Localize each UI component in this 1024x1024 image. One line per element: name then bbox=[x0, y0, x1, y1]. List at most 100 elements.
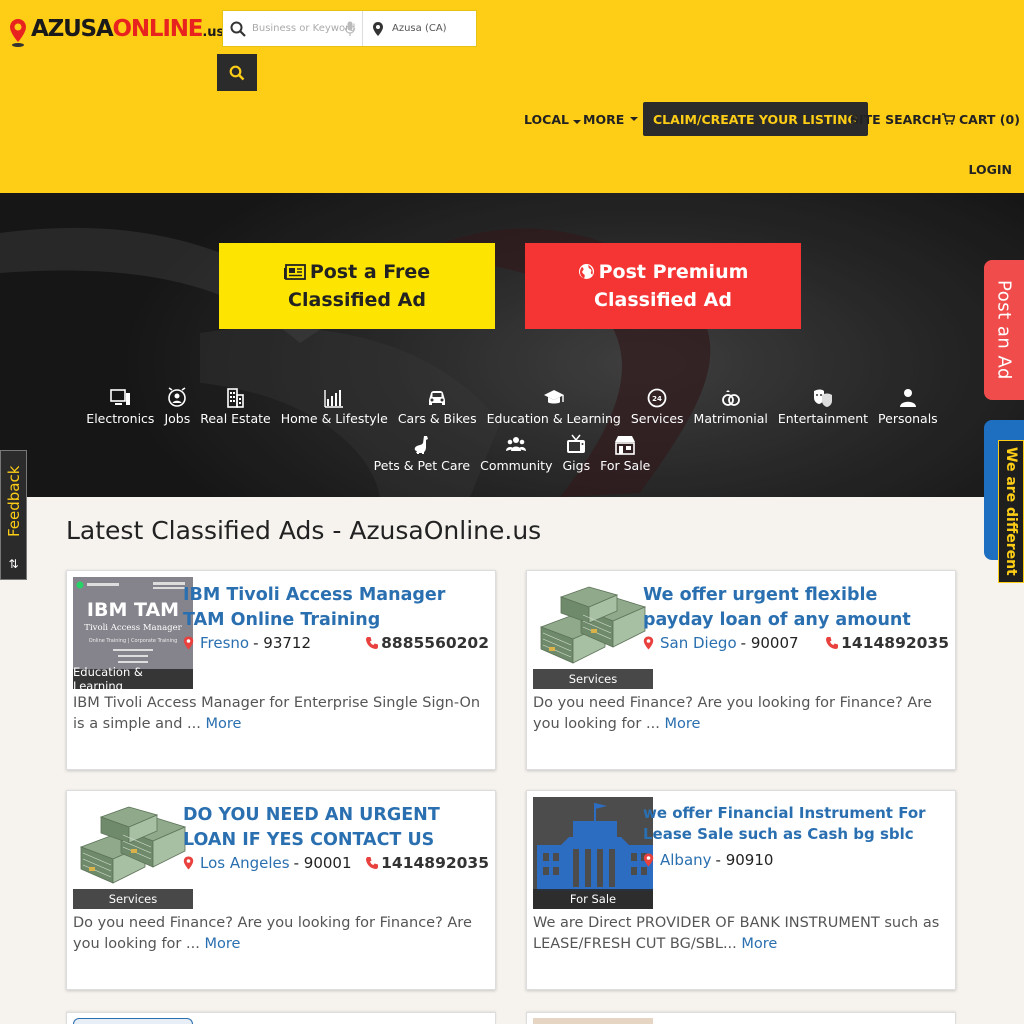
phone-icon bbox=[366, 637, 379, 649]
category-cars-bikes[interactable]: Cars & Bikes bbox=[398, 387, 477, 426]
ad-card[interactable]: For Sale we offer Financial Instrument F… bbox=[526, 790, 956, 990]
category-label: For Sale bbox=[600, 458, 651, 473]
ad-card-partial[interactable] bbox=[66, 1012, 496, 1024]
ad-phone[interactable]: 8885560202 bbox=[365, 634, 489, 652]
category-for-sale[interactable]: For Sale bbox=[600, 434, 650, 473]
thumb-heading: IBM TAM bbox=[86, 599, 180, 621]
category-label: Pets & Pet Care bbox=[373, 458, 471, 473]
section-title: Latest Classified Ads - AzusaOnline.us bbox=[66, 516, 542, 545]
post-free-ad-label-wrap: Post a Free Classified Ad bbox=[233, 258, 481, 314]
ad-thumbnail[interactable]: IBM TAM Tivoli Access Manager Online Tra… bbox=[73, 577, 193, 689]
ad-description-text: Do you need Finance? Are you looking for… bbox=[533, 695, 932, 732]
site-logo[interactable]: AZUSAONLINE.us bbox=[9, 16, 224, 48]
main-nav: LOCAL MORE CLAIM/CREATE YOUR LISTING SIT… bbox=[0, 102, 1024, 136]
svg-text:24: 24 bbox=[652, 395, 662, 403]
we-are-different-label: We are different bbox=[1003, 447, 1019, 576]
logo-accent: ONLINE bbox=[112, 16, 204, 42]
ad-card[interactable]: Services DO YOU NEED AN URGENT LOAN IF Y… bbox=[66, 790, 496, 990]
ad-phone[interactable]: 1414892035 bbox=[825, 634, 949, 652]
ad-meta: Albany - 90910 bbox=[643, 850, 949, 870]
login-link[interactable]: LOGIN bbox=[968, 162, 1012, 177]
ad-description-text: We are Direct PROVIDER OF BANK INSTRUMEN… bbox=[533, 915, 940, 952]
search-bar bbox=[222, 10, 477, 47]
more-link[interactable]: More bbox=[664, 716, 700, 732]
post-an-ad-label: Post an Ad bbox=[993, 280, 1015, 380]
ad-city-link[interactable]: Los Angeles bbox=[200, 854, 290, 872]
ad-description: Do you need Finance? Are you looking for… bbox=[533, 693, 947, 735]
post-premium-ad-button[interactable]: Post Premium Classified Ad bbox=[525, 243, 801, 329]
category-label: Gigs bbox=[562, 458, 591, 473]
location-segment bbox=[363, 11, 476, 46]
feedback-label: Feedback bbox=[4, 465, 23, 537]
we-are-different-badge[interactable]: We are different bbox=[998, 440, 1024, 583]
ad-thumbnail[interactable]: Services bbox=[533, 577, 653, 689]
category-grid: Electronics Jobs Real Estate Home & Life… bbox=[0, 387, 1024, 481]
ad-title-link[interactable]: we offer Financial Instrument For Lease … bbox=[643, 803, 945, 845]
more-link[interactable]: More bbox=[205, 716, 241, 732]
claim-listing-button[interactable]: CLAIM/CREATE YOUR LISTING bbox=[643, 102, 868, 136]
ad-phone[interactable]: 1414892035 bbox=[365, 854, 489, 872]
ad-meta: Los Angeles - 90001 1414892035 bbox=[183, 853, 489, 873]
category-label: Cars & Bikes bbox=[397, 411, 477, 426]
person-icon bbox=[899, 389, 916, 407]
phone-icon bbox=[826, 637, 839, 649]
post-an-ad-side-tab[interactable]: Post an Ad bbox=[984, 260, 1024, 400]
category-jobs[interactable]: Jobs bbox=[164, 387, 190, 426]
ad-card[interactable]: IBM TAM Tivoli Access Manager Online Tra… bbox=[66, 570, 496, 770]
search-icon bbox=[230, 21, 246, 37]
ad-thumbnail-partial bbox=[73, 1018, 193, 1024]
ad-city-link[interactable]: Fresno bbox=[200, 634, 249, 652]
phone-icon bbox=[366, 857, 379, 869]
more-link[interactable]: More bbox=[741, 936, 777, 952]
monitor-icon bbox=[110, 389, 131, 405]
theater-icon bbox=[813, 389, 832, 407]
category-badge: Services bbox=[533, 669, 653, 689]
ad-description-text: Do you need Finance? Are you looking for… bbox=[73, 915, 472, 952]
nav-more[interactable]: MORE bbox=[583, 102, 639, 136]
more-link[interactable]: More bbox=[204, 936, 240, 952]
category-real-estate[interactable]: Real Estate bbox=[200, 387, 271, 426]
category-badge: Education & Learning bbox=[73, 665, 193, 689]
category-matrimonial[interactable]: Matrimonial bbox=[694, 387, 768, 426]
search-icon bbox=[229, 65, 245, 80]
category-personals[interactable]: Personals bbox=[878, 387, 938, 426]
ad-city-link[interactable]: San Diego bbox=[660, 634, 737, 652]
search-submit-button[interactable] bbox=[217, 54, 257, 91]
category-label: Services bbox=[630, 411, 684, 426]
ad-title-link[interactable]: We offer urgent flexible payday loan of … bbox=[643, 583, 945, 633]
ad-title-link[interactable]: DO YOU NEED AN URGENT LOAN IF YES CONTAC… bbox=[183, 803, 485, 853]
location-input[interactable] bbox=[392, 23, 476, 34]
category-entertainment[interactable]: Entertainment bbox=[778, 387, 868, 426]
nav-site-search[interactable]: SITE SEARCH bbox=[850, 102, 942, 136]
map-marker-icon bbox=[643, 636, 654, 650]
category-gigs[interactable]: Gigs bbox=[562, 434, 590, 473]
ad-description: We are Direct PROVIDER OF BANK INSTRUMEN… bbox=[533, 913, 947, 955]
ad-card[interactable]: Services We offer urgent flexible payday… bbox=[526, 570, 956, 770]
category-community[interactable]: Community bbox=[480, 434, 552, 473]
ad-city-link[interactable]: Albany bbox=[660, 851, 712, 869]
map-marker-icon bbox=[643, 853, 654, 867]
logo-main: AZUSA bbox=[31, 16, 114, 42]
ad-thumbnail[interactable]: Services bbox=[73, 797, 193, 909]
ad-meta: San Diego - 90007 1414892035 bbox=[643, 633, 949, 653]
category-education-learning[interactable]: Education & Learning bbox=[487, 387, 621, 426]
map-marker-icon bbox=[183, 856, 194, 870]
category-row-1: Electronics Jobs Real Estate Home & Life… bbox=[0, 387, 1024, 426]
category-home-lifestyle[interactable]: Home & Lifestyle bbox=[281, 387, 388, 426]
nav-local[interactable]: LOCAL bbox=[524, 102, 581, 136]
post-free-ad-label: Post a Free Classified Ad bbox=[288, 261, 431, 311]
category-badge: Services bbox=[73, 889, 193, 909]
category-services[interactable]: 24 Services bbox=[631, 387, 684, 426]
car-icon bbox=[429, 391, 446, 405]
ad-card-partial[interactable] bbox=[526, 1012, 956, 1024]
category-electronics[interactable]: Electronics bbox=[86, 387, 154, 426]
feedback-tab[interactable]: Feedback ⇅ bbox=[0, 450, 27, 580]
ad-thumbnail[interactable]: For Sale bbox=[533, 797, 653, 909]
category-row-2: Pets & Pet Care Community Gigs For Sale bbox=[0, 434, 1024, 473]
post-free-ad-button[interactable]: Post a Free Classified Ad bbox=[219, 243, 495, 329]
microphone-icon[interactable] bbox=[344, 21, 356, 37]
category-pets[interactable]: Pets & Pet Care bbox=[373, 434, 471, 473]
sort-arrows-icon: ⇅ bbox=[8, 557, 19, 571]
ad-title-link[interactable]: IBM Tivoli Access Manager TAM Online Tra… bbox=[183, 583, 485, 633]
nav-cart[interactable]: CART (0) bbox=[942, 102, 1020, 136]
